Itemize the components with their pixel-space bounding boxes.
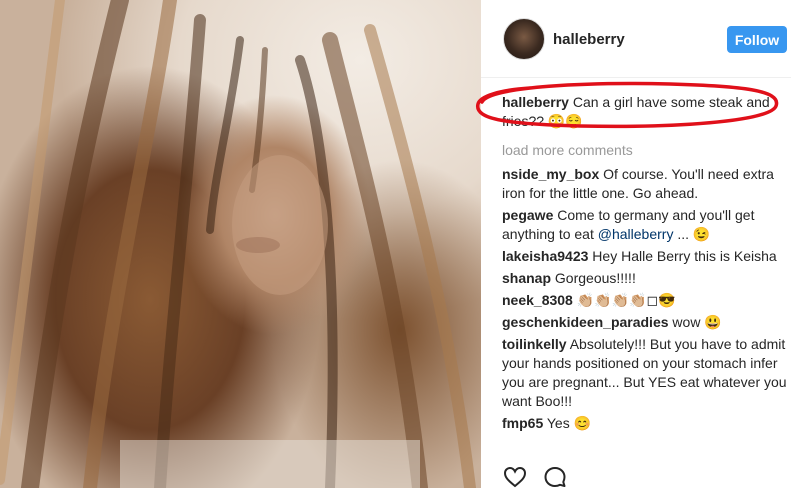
comment-bubble-icon[interactable] — [543, 466, 567, 488]
comment-username[interactable]: geschenkideen_paradies — [502, 314, 669, 330]
list-item: shanap Gorgeous!!!!! — [502, 269, 787, 288]
comment-text: Yes 😊 — [546, 415, 592, 431]
list-item: pegawe Come to germany and you'll get an… — [502, 206, 787, 244]
list-item: geschenkideen_paradies wow 😃 — [502, 313, 787, 332]
list-item: lakeisha9423 Hey Halle Berry this is Kei… — [502, 247, 787, 266]
comment-username[interactable]: neek_8308 — [502, 292, 573, 308]
comment-text: Gorgeous!!!!! — [554, 270, 636, 286]
comment-text: wow 😃 — [672, 314, 722, 330]
comments-list: halleberry Can a girl have some steak an… — [502, 93, 787, 436]
list-item: neek_8308 👏🏼👏🏼👏🏼👏🏼◻😎 — [502, 291, 787, 310]
post-actions-bar — [481, 460, 791, 488]
heart-icon[interactable] — [503, 466, 527, 488]
list-item: nside_my_box Of course. You'll need extr… — [502, 165, 787, 203]
comment-text: 👏🏼👏🏼👏🏼👏🏼◻😎 — [576, 292, 676, 308]
post-photo[interactable] — [0, 0, 481, 488]
follow-button[interactable]: Follow — [727, 26, 787, 53]
header-username[interactable]: halleberry — [553, 31, 625, 48]
post-header: halleberry Follow — [481, 0, 791, 78]
load-more-comments-link[interactable]: load more comments — [502, 141, 787, 160]
list-item: fmp65 Yes 😊 — [502, 414, 787, 433]
mention-link[interactable]: @halleberry — [598, 226, 674, 242]
comment-username[interactable]: pegawe — [502, 207, 553, 223]
list-item: toilinkelly Absolutely!!! But you have t… — [502, 335, 787, 411]
avatar[interactable] — [503, 18, 545, 60]
comment-text: ... 😉 — [673, 226, 711, 242]
comment-text: Hey Halle Berry this is Keisha — [592, 248, 777, 264]
hair-strands-illustration — [0, 0, 476, 488]
comment-username[interactable]: shanap — [502, 270, 551, 286]
comment-username[interactable]: nside_my_box — [502, 166, 599, 182]
comment-username[interactable]: lakeisha9423 — [502, 248, 588, 264]
comment-username[interactable]: fmp65 — [502, 415, 543, 431]
comment-username[interactable]: toilinkelly — [502, 336, 567, 352]
red-highlight-circle — [476, 81, 779, 129]
post-side-panel: halleberry Follow halleberry Can a girl … — [481, 0, 791, 488]
